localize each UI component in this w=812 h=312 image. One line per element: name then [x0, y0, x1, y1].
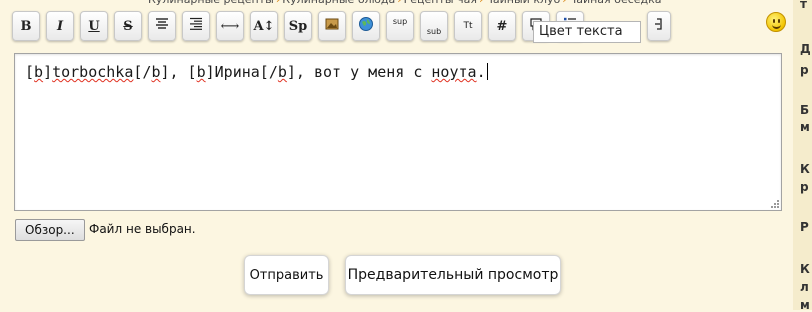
text-run: ]Ирина[/ — [205, 63, 278, 81]
breadcrumb: Кулинарные рецепты›Кулинарные блюда›Реце… — [148, 0, 662, 6]
text-run: ], вот у меня с — [286, 63, 432, 81]
misspelled-word: b — [34, 63, 44, 81]
more-options-icon — [651, 16, 667, 36]
italic-icon: I — [56, 18, 64, 34]
globe-link-button[interactable] — [352, 11, 380, 41]
smiley-mouth — [772, 22, 781, 29]
sidebar-letter: т — [800, 0, 807, 11]
sidebar-letter: К — [800, 262, 810, 276]
sidebar-letter: л — [800, 280, 809, 294]
code-icon: # — [496, 18, 508, 34]
sidebar-letter: Р — [800, 220, 809, 234]
horizontal-arrows-icon: ⟷ — [220, 18, 240, 34]
grip-dot — [777, 206, 779, 208]
resize-grip-icon[interactable] — [770, 199, 779, 208]
breadcrumb-separator: › — [276, 0, 280, 6]
sidebar-letter: м — [800, 120, 810, 134]
misspelled-word: b — [277, 63, 287, 81]
spoiler-icon: Sp — [288, 18, 308, 34]
image-button[interactable] — [318, 11, 346, 41]
breadcrumb-separator: › — [479, 0, 483, 6]
align-right-button[interactable] — [182, 11, 210, 41]
misspelled-word: b — [196, 63, 206, 81]
grip-dot — [777, 200, 779, 202]
text-run: [ — [25, 63, 35, 81]
preview-button[interactable]: Предварительный просмотр — [345, 255, 561, 295]
text-run: ], [ — [160, 63, 197, 81]
text-run: [/ — [133, 63, 152, 81]
align-center-button[interactable] — [148, 11, 176, 41]
globe-link-icon — [358, 16, 374, 36]
breadcrumb-separator: › — [397, 0, 401, 6]
text-case-icon: Tt — [463, 21, 473, 31]
text-caret — [486, 63, 488, 80]
grip-dot — [771, 206, 773, 208]
superscript-icon: sup — [392, 16, 408, 26]
grip-dot — [774, 203, 776, 205]
sidebar-letter: р — [800, 180, 809, 194]
breadcrumb-link[interactable]: Кулинарные блюда — [282, 0, 395, 6]
strikethrough-button[interactable]: S — [114, 11, 142, 41]
spoiler-button[interactable]: Sp — [284, 11, 312, 41]
text-run: ] — [43, 63, 53, 81]
file-status: Файл не выбран. — [89, 222, 196, 236]
sidebar-letter: К — [800, 162, 810, 176]
breadcrumb-link[interactable]: Чайная беседка — [569, 0, 662, 6]
sidebar-letter: Д — [800, 42, 811, 56]
right-sidebar: тДрБмКрРКлм — [793, 0, 812, 312]
align-center-icon — [154, 16, 170, 36]
strikethrough-icon: S — [123, 18, 133, 34]
message-text: [b]torbochka[/b], [b]Ирина[/b], вот у ме… — [25, 63, 486, 81]
grip-dot — [777, 203, 779, 205]
more-options-button[interactable] — [647, 11, 671, 41]
breadcrumb-link[interactable]: Рецепты чая — [404, 0, 477, 6]
font-size-button[interactable]: A↕ — [250, 11, 278, 41]
subscript-icon: sub — [426, 26, 442, 36]
horizontal-arrows-button[interactable]: ⟷ — [216, 11, 244, 41]
underline-icon: U — [88, 18, 100, 34]
bold-icon: B — [20, 18, 32, 34]
underline-button[interactable]: U — [80, 11, 108, 41]
sidebar-letter: р — [800, 63, 809, 77]
code-button[interactable]: # — [488, 11, 516, 41]
smiley-icon[interactable] — [766, 12, 786, 32]
submit-button[interactable]: Отправить — [244, 255, 329, 295]
misspelled-word: torbochka — [52, 63, 134, 81]
sidebar-letter: Б — [800, 103, 810, 117]
grip-dot — [774, 206, 776, 208]
browse-button[interactable]: Обзор... — [15, 219, 85, 241]
text-case-button[interactable]: Tt — [454, 11, 482, 41]
font-size-icon: A↕ — [253, 18, 275, 34]
breadcrumb-link[interactable]: Чайный клуб — [485, 0, 560, 6]
breadcrumb-separator: › — [562, 0, 566, 6]
bold-button[interactable]: B — [12, 11, 40, 41]
superscript-button[interactable]: sup — [386, 11, 414, 41]
misspelled-word: ноута — [431, 63, 477, 81]
breadcrumb-link[interactable]: Кулинарные рецепты — [148, 0, 274, 6]
subscript-button[interactable]: sub — [420, 11, 448, 41]
text-color-select[interactable]: Цвет текста — [533, 21, 641, 43]
italic-button[interactable]: I — [46, 11, 74, 41]
text-run: . — [476, 63, 486, 81]
message-textarea[interactable]: [b]torbochka[/b], [b]Ирина[/b], вот у ме… — [14, 53, 782, 211]
align-right-icon — [188, 16, 204, 36]
image-icon — [324, 16, 340, 36]
